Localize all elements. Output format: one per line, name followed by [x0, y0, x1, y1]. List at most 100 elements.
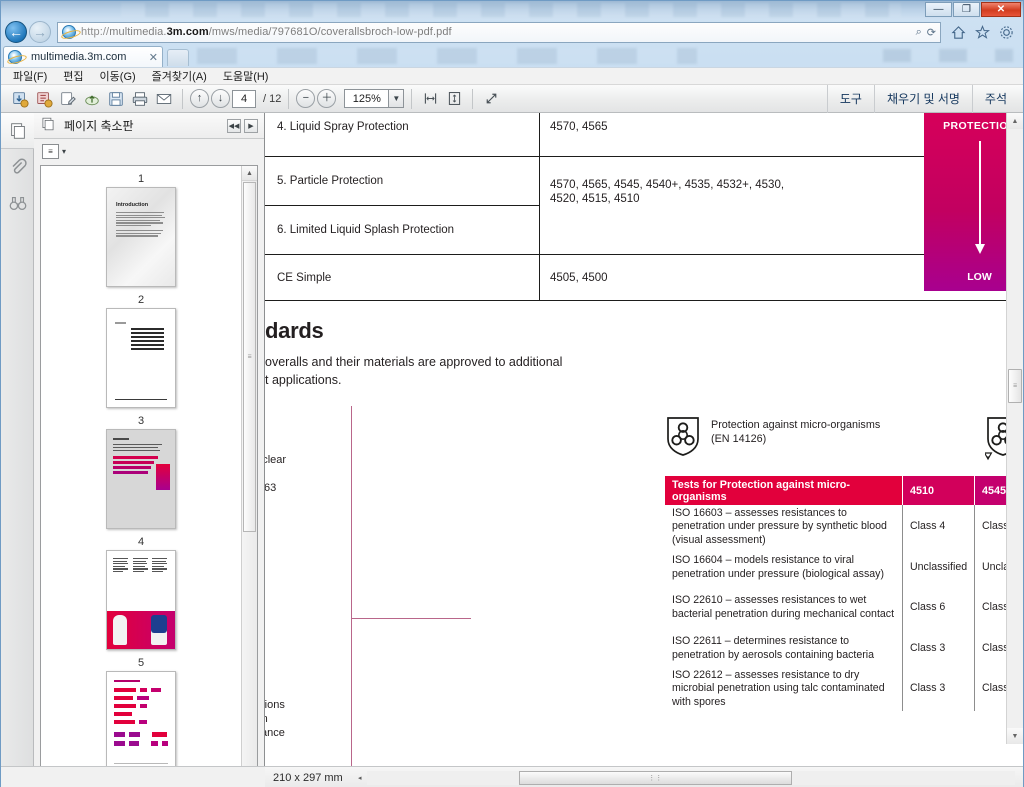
pdf-workarea: 페이지 축소판 ◀◀ ▶ ≡ ▾ 1 Introduction 2 3 4 5 … [1, 113, 1023, 787]
pdf-scroll-down-button[interactable]: ▼ [1007, 728, 1023, 744]
search-icon[interactable]: ⌕ [916, 26, 922, 39]
tab-close-icon[interactable]: ✕ [149, 51, 158, 64]
thumbnail-page-number: 3 [137, 415, 145, 427]
comment-button[interactable]: 주석 [971, 84, 1019, 113]
gear-icon[interactable] [997, 23, 1015, 41]
fullscreen-icon[interactable] [480, 88, 502, 110]
save-to-acrobat-icon[interactable] [9, 88, 31, 110]
save-icon[interactable] [105, 88, 127, 110]
pdf-vertical-scrollbar[interactable]: ▲ ≡ ▼ [1006, 113, 1023, 744]
pictogram-caption: Protection against micro-organisms (EN 1… [711, 415, 880, 446]
home-icon[interactable] [949, 23, 967, 41]
hscroll-thumb[interactable]: ⋮⋮ [518, 770, 792, 785]
search-binoculars-icon[interactable] [1, 185, 34, 221]
hscroll-left-button[interactable]: ◂ [353, 771, 367, 785]
fill-and-sign-button[interactable]: 채우기 및 서명 [873, 84, 972, 113]
thumbnail-text-lines [131, 328, 167, 350]
hscroll-track[interactable]: ⋮⋮ [366, 770, 1015, 785]
left-column-line-4: e [265, 495, 370, 509]
list-item[interactable]: 2 [41, 287, 241, 408]
zoom-in-button[interactable]: ＋ [317, 89, 337, 108]
close-button[interactable]: ✕ [981, 2, 1021, 17]
next-page-button[interactable]: ↓ [211, 89, 230, 108]
attachments-paperclip-icon[interactable] [1, 149, 34, 185]
tab-title: multimedia.3m.com [31, 51, 127, 63]
plus-icon: ＋ [321, 92, 333, 104]
scrollbar-grip-icon: ≡ [247, 353, 252, 361]
page-total-label: / 12 [263, 92, 282, 105]
menu-edit[interactable]: 편집 [63, 68, 83, 84]
table-cell-value: 4505, 4500 [550, 271, 608, 284]
email-icon[interactable] [153, 88, 175, 110]
fit-width-icon[interactable] [419, 88, 441, 110]
protection-levels-table: 4. Liquid Spray Protection 4570, 4565 5.… [265, 113, 1023, 301]
menu-go[interactable]: 이동(G) [100, 68, 136, 84]
table-header-tests: Tests for Protection against micro-organ… [665, 476, 902, 505]
back-button[interactable]: ← [5, 21, 27, 43]
pictogram-micro-organisms: Protection against micro-organisms (EN 1… [665, 415, 880, 457]
expand-panel-button[interactable]: ▶ [244, 118, 258, 133]
address-bar[interactable]: http://multimedia.3m.com/mws/media/79768… [57, 21, 941, 43]
collapse-panel-button[interactable]: ◀◀ [227, 118, 241, 133]
edit-pdf-icon[interactable] [57, 88, 79, 110]
table-row: 6. Limited Liquid Splash Protection 4570… [265, 179, 1023, 255]
titlebar-background [121, 3, 901, 17]
table-row: ISO 22612 – assesses resistance to dry m… [665, 667, 1023, 711]
maximize-button[interactable]: ❐ [953, 2, 980, 17]
micro-organism-tests-table: Tests for Protection against micro-organ… [665, 476, 1023, 711]
menu-favorites[interactable]: 즐겨찾기(A) [152, 68, 207, 84]
menu-file[interactable]: 파일(F) [13, 68, 47, 84]
thumbnails-scroll-up-button[interactable]: ▲ [242, 166, 257, 181]
upload-cloud-icon[interactable] [81, 88, 103, 110]
url-scheme: http:// [81, 26, 110, 38]
list-item[interactable]: 5 [41, 650, 241, 771]
pdf-page-content: 4. Liquid Spray Protection 4570, 4565 5.… [265, 113, 1023, 766]
pdf-scroll-up-button[interactable]: ▲ [1007, 113, 1023, 129]
list-item[interactable]: 3 [41, 408, 241, 529]
thumbnail-image[interactable] [106, 308, 176, 408]
thumbnail-image[interactable]: Introduction [106, 187, 176, 287]
left-column-text: nuclear 2) N863 e [265, 453, 370, 509]
previous-page-button[interactable]: ↑ [190, 89, 209, 108]
zoom-level-input[interactable]: 125% [344, 89, 389, 108]
table-cell-test: ISO 16604 – models resistance to viral p… [672, 553, 884, 580]
toolbar-separator [182, 88, 183, 109]
back-arrow-icon: ← [9, 24, 23, 40]
list-item[interactable]: 4 [41, 529, 241, 650]
thumbnail-options-icon[interactable]: ≡ [42, 143, 59, 159]
print-icon[interactable] [129, 88, 151, 110]
refresh-icon[interactable]: ⟳ [927, 26, 936, 39]
browser-tab[interactable]: multimedia.3m.com ✕ [3, 46, 163, 67]
menu-help[interactable]: 도움말(H) [223, 68, 269, 84]
page-number-input[interactable]: 4 [232, 89, 256, 108]
thumbnail-image[interactable] [106, 429, 176, 529]
thumbnails-scrollbar-thumb[interactable]: ≡ [243, 182, 256, 532]
pdf-page-view[interactable]: 4. Liquid Spray Protection 4570, 4565 5.… [265, 113, 1023, 766]
list-item[interactable]: 1 Introduction [41, 166, 241, 287]
convert-pdf-icon[interactable] [33, 88, 55, 110]
minimize-button[interactable]: — [925, 2, 952, 17]
pictogram-caption-line-2: (EN 14126) [711, 433, 767, 445]
pdf-zoom-group: − ＋ 125% ▼ [292, 89, 408, 108]
new-tab-button[interactable] [167, 49, 189, 66]
forward-button[interactable]: → [29, 21, 51, 43]
pdf-scrollbar-thumb[interactable]: ≡ [1008, 369, 1022, 403]
thumbnails-options-toolbar: ≡ ▾ [34, 139, 264, 163]
table-row: ISO 16603 – assesses resistances to pene… [665, 505, 1023, 549]
zoom-out-button[interactable]: − [296, 89, 316, 108]
tools-button[interactable]: 도구 [826, 84, 874, 113]
url-path: /mws/media/797681O/coverallsbroch-low-pd… [208, 26, 452, 38]
thumbnail-options-caret-icon[interactable]: ▾ [62, 147, 66, 156]
url-prefix: multimedia. [109, 26, 167, 38]
thumbnails-scrollbar[interactable]: ▲ ≡ ▼ [241, 166, 257, 781]
thumbnail-image[interactable] [106, 671, 176, 771]
thumbnails-list[interactable]: 1 Introduction 2 3 4 5 ▲ ≡ [40, 165, 258, 782]
pdf-horizontal-scrollbar[interactable]: ◂ ⋮⋮ [353, 770, 1015, 785]
page-thumbnails-icon[interactable] [1, 113, 34, 149]
left-column-text-2: uctions tion pliance [265, 698, 370, 740]
browser-tab-strip: multimedia.3m.com ✕ [1, 45, 1023, 67]
star-icon[interactable] [973, 23, 991, 41]
fit-page-icon[interactable] [443, 88, 465, 110]
zoom-dropdown-button[interactable]: ▼ [388, 89, 405, 108]
thumbnail-image-current[interactable] [106, 550, 176, 650]
